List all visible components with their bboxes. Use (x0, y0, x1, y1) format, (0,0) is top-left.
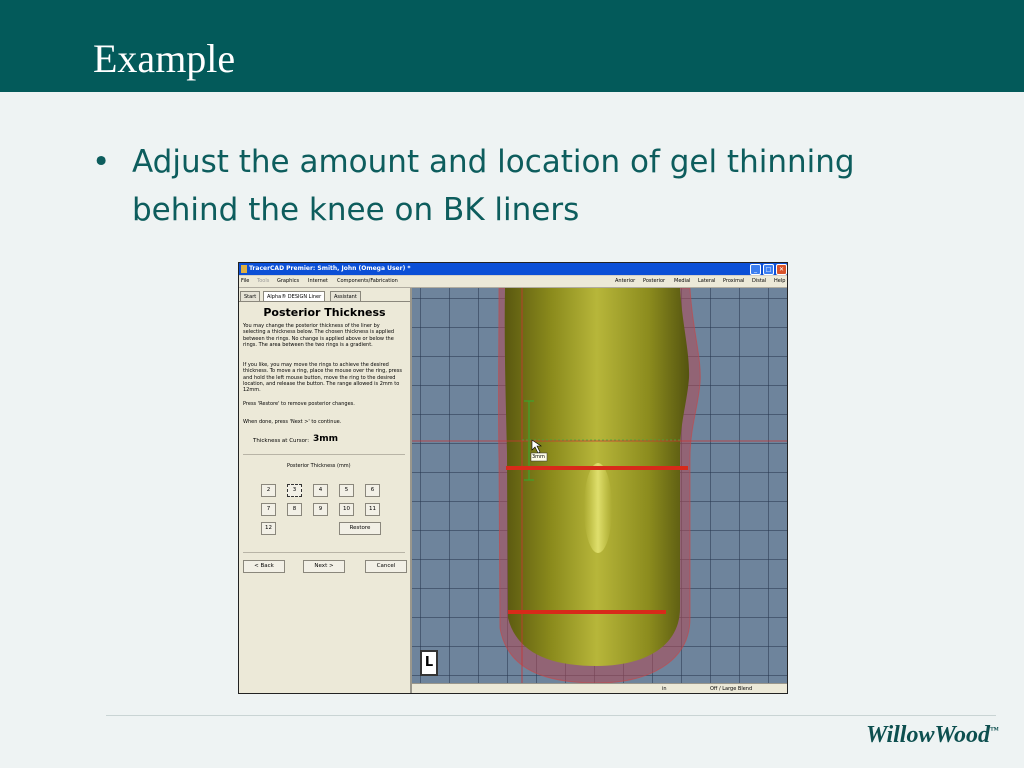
menu-components[interactable]: Components/Fabrication (337, 276, 398, 287)
3d-viewport[interactable]: 3mm L (412, 288, 787, 683)
posterior-thickness-label: Posterior Thickness (mm) (287, 463, 351, 469)
status-units: in (662, 686, 667, 692)
menu-tools[interactable]: Tools (257, 276, 269, 287)
thickness-button-4[interactable]: 4 (313, 484, 328, 497)
close-button[interactable]: ✕ (776, 264, 787, 275)
thickness-button-6[interactable]: 6 (365, 484, 380, 497)
cursor-tooltip-text: 3mm (532, 454, 545, 460)
panel-body: Posterior Thickness You may change the p… (239, 301, 410, 693)
thickness-button-2[interactable]: 2 (261, 484, 276, 497)
bullet-text: Adjust the amount and location of gel th… (132, 144, 855, 228)
instructions-paragraph: If you like, you may move the rings to a… (243, 362, 402, 394)
thickness-button-3[interactable]: 3 (287, 484, 302, 497)
back-button[interactable]: < Back (243, 560, 285, 573)
status-bar: in Off / Large Blend (412, 683, 787, 693)
app-screenshot: TracerCAD Premier: Smith, John (Omega Us… (238, 262, 788, 694)
instructions-paragraph: When done, press 'Next >' to continue. (243, 419, 342, 425)
menu-help[interactable]: Help (774, 276, 785, 287)
slide-header: Example (0, 0, 1024, 92)
menu-graphics[interactable]: Graphics (277, 276, 299, 287)
panel-heading: Posterior Thickness (263, 306, 386, 319)
highlight (584, 463, 612, 553)
status-mode: Off / Large Blend (710, 686, 753, 692)
minimize-button[interactable]: _ (750, 264, 761, 275)
thickness-button-10[interactable]: 10 (339, 503, 354, 516)
view-orientation-badge: L (420, 650, 438, 676)
thickness-button-11[interactable]: 11 (365, 503, 380, 516)
bullet-symbol: • (92, 144, 111, 180)
lower-thickness-ring (508, 610, 666, 614)
instructions-paragraph: Press 'Restore' to remove posterior chan… (243, 401, 355, 407)
next-button[interactable]: Next > (303, 560, 345, 573)
window-title: TracerCAD Premier: Smith, John (Omega Us… (249, 265, 411, 272)
view-proximal[interactable]: Proximal (723, 276, 744, 287)
view-anterior[interactable]: Anterior (615, 276, 635, 287)
menu-file[interactable]: File (241, 276, 249, 287)
thickness-button-12[interactable]: 12 (261, 522, 276, 535)
thickness-at-cursor-value: 3mm (313, 434, 339, 444)
instructions-paragraph: You may change the posterior thickness o… (243, 323, 395, 348)
logo-trademark: ™ (990, 725, 1000, 735)
app-icon (241, 265, 247, 273)
view-distal[interactable]: Distal (752, 276, 766, 287)
window-titlebar: TracerCAD Premier: Smith, John (Omega Us… (239, 263, 787, 275)
maximize-button[interactable]: □ (763, 264, 774, 275)
cancel-button[interactable]: Cancel (365, 560, 407, 573)
willowwood-logo: WillowWood™ (866, 722, 999, 749)
liner-model[interactable] (412, 288, 787, 683)
view-lateral[interactable]: Lateral (698, 276, 715, 287)
thickness-button-9[interactable]: 9 (313, 503, 328, 516)
thickness-button-7[interactable]: 7 (261, 503, 276, 516)
view-medial[interactable]: Medial (674, 276, 690, 287)
wizard-panel: Start Alpha® DESIGN Liner Assistant Post… (239, 288, 412, 693)
thickness-button-8[interactable]: 8 (287, 503, 302, 516)
thickness-button-5[interactable]: 5 (339, 484, 354, 497)
slide-title: Example (93, 36, 236, 81)
menu-bar: File Tools Graphics Internet Components/… (239, 276, 787, 288)
logo-text: WillowWood (866, 722, 991, 748)
restore-button[interactable]: Restore (339, 522, 381, 535)
thickness-at-cursor-label: Thickness at Cursor: (253, 438, 310, 444)
upper-thickness-ring (506, 466, 688, 470)
menu-internet[interactable]: Internet (308, 276, 328, 287)
divider (243, 552, 405, 553)
view-posterior[interactable]: Posterior (643, 276, 665, 287)
divider (243, 454, 405, 455)
footer-divider (106, 715, 996, 716)
